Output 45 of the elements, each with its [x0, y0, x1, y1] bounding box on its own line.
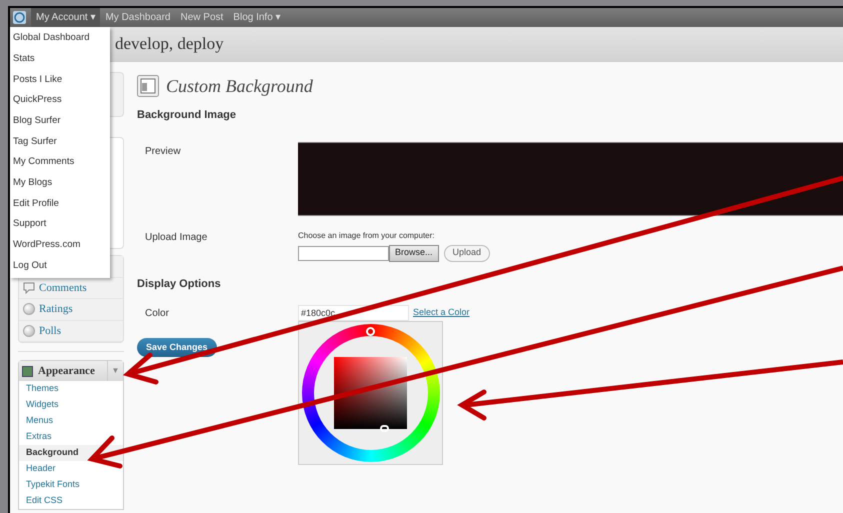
- upload-hint: Choose an image from your computer:: [298, 230, 436, 242]
- sidebar-item[interactable]: Polls: [19, 320, 123, 342]
- dropdown-item[interactable]: Global Dashboard: [10, 28, 110, 49]
- submenu-item[interactable]: Typekit Fonts: [19, 477, 123, 493]
- save-changes-button[interactable]: Save Changes: [137, 338, 217, 357]
- submenu-item[interactable]: Extras: [19, 429, 123, 445]
- admin-bar-item[interactable]: Blog Info ▾: [228, 8, 286, 27]
- sidebar-item[interactable]: Ratings: [19, 299, 123, 320]
- field-label: Upload Image: [144, 230, 208, 244]
- browse-button[interactable]: Browse...: [389, 244, 439, 262]
- submenu-item[interactable]: Themes: [19, 381, 123, 397]
- site-title: develop, deploy: [115, 33, 224, 56]
- dropdown-item[interactable]: My Blogs: [10, 172, 110, 194]
- dropdown-item[interactable]: Stats: [10, 48, 110, 70]
- file-input[interactable]: [298, 246, 389, 260]
- dropdown-item[interactable]: My Comments: [10, 152, 110, 173]
- dropdown-item[interactable]: Edit Profile: [10, 194, 110, 214]
- dropdown-item[interactable]: Tag Surfer: [10, 131, 110, 152]
- dropdown-item[interactable]: Posts I Like: [10, 69, 110, 90]
- section-heading: Background Image: [137, 108, 238, 123]
- color-wheel-drawing[interactable]: [298, 321, 443, 465]
- admin-bar-item[interactable]: New Post: [176, 8, 228, 27]
- field-label: Preview: [144, 144, 182, 158]
- admin-bar-item[interactable]: My Account ▾: [31, 8, 100, 27]
- section-heading: Display Options: [137, 276, 222, 292]
- comment-icon: [23, 282, 35, 294]
- layout-icon: [137, 75, 159, 97]
- select-color-link[interactable]: Select a Color: [413, 306, 470, 320]
- dropdown-item[interactable]: QuickPress: [10, 90, 110, 111]
- appearance-icon: [22, 366, 33, 376]
- dropdown-item[interactable]: Log Out: [10, 256, 110, 276]
- dropdown-item[interactable]: Blog Surfer: [10, 110, 110, 132]
- admin-bar-item[interactable]: My Dashboard: [100, 8, 176, 27]
- appearance-header[interactable]: Appearance ▼: [19, 361, 123, 381]
- submenu-item[interactable]: Menus: [19, 413, 123, 429]
- dropdown-item[interactable]: WordPress.com: [10, 234, 110, 256]
- submenu-item[interactable]: Edit CSS: [19, 493, 123, 509]
- submenu-item[interactable]: Widgets: [19, 397, 123, 413]
- page-title: Custom Background: [166, 74, 313, 98]
- logo-icon[interactable]: [13, 11, 26, 24]
- upload-button[interactable]: Upload: [444, 244, 490, 262]
- field-label: Color: [144, 307, 170, 321]
- dropdown-item[interactable]: Support: [10, 214, 110, 235]
- appearance-label: Appearance: [38, 364, 96, 379]
- submenu-item[interactable]: Header: [19, 461, 123, 477]
